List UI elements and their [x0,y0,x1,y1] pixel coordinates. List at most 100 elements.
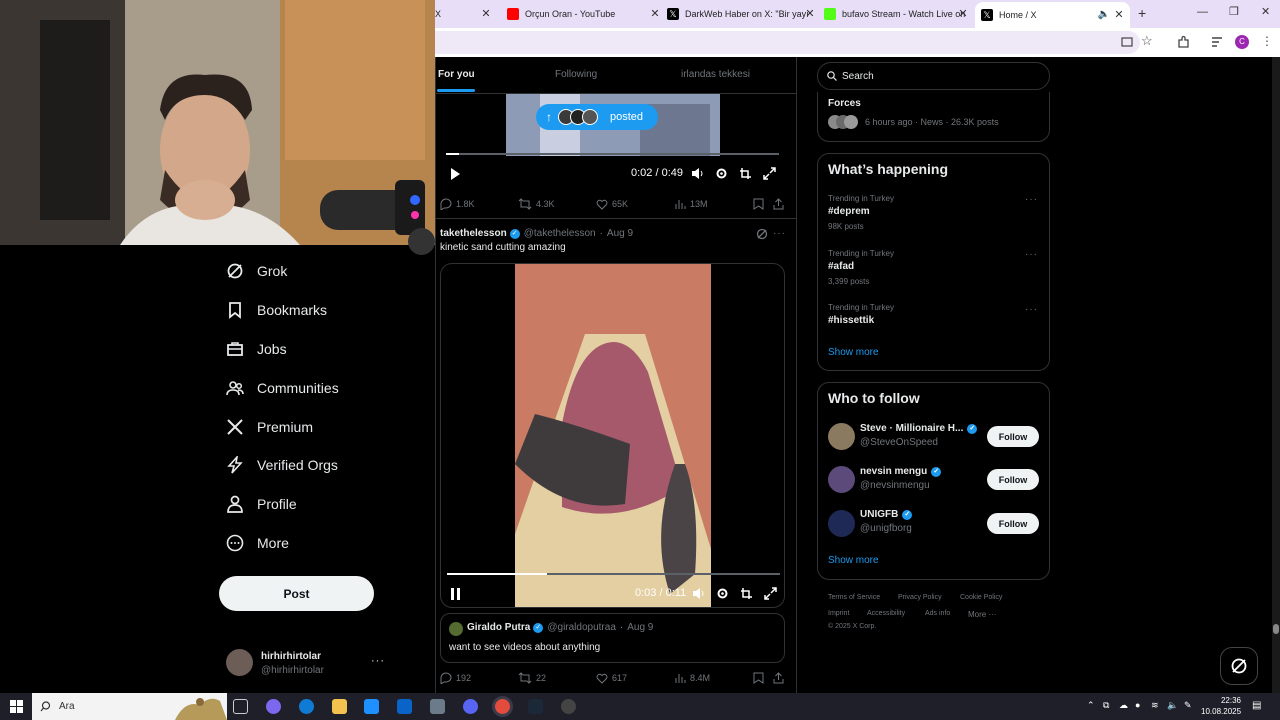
footer-link[interactable]: Terms of Service [828,594,880,601]
progress-track[interactable] [446,153,779,155]
avatar[interactable] [828,423,855,450]
reply-button[interactable]: 1.8K [440,198,475,210]
settings-icon[interactable] [716,587,729,600]
taskbar-search[interactable]: Ara [32,693,227,720]
grok-icon[interactable] [756,228,768,240]
nav-item-bookmarks[interactable]: Bookmarks [226,298,327,322]
wifi-icon[interactable]: ≋ [1151,700,1159,711]
account-menu-icon[interactable]: ··· [371,655,385,667]
footer-link[interactable]: Accessibility [867,610,905,617]
follow-button[interactable]: Follow [987,513,1039,534]
show-more-link[interactable]: Show more [828,555,879,566]
pen-icon[interactable]: ✎ [1184,700,1192,711]
close-icon[interactable]: ✕ [956,7,970,21]
like-button[interactable]: 65K [596,198,628,210]
chrome-icon[interactable] [495,699,510,714]
nav-item-jobs[interactable]: Jobs [226,337,287,361]
video-player[interactable]: 0:03 / 0:11 [440,263,785,608]
search-input[interactable]: Search [817,62,1050,90]
follow-button[interactable]: Follow [987,469,1039,490]
follow-name[interactable]: UNIGFB ✓ [860,509,913,520]
steam-icon[interactable] [528,699,543,714]
scrollbar-thumb[interactable] [1273,624,1279,634]
volume-icon[interactable]: 🔈 [1167,700,1178,711]
windows-start-icon[interactable] [10,700,23,713]
nav-item-profile[interactable]: Profile [226,492,297,516]
footer-link[interactable]: Cookie Policy [960,594,1002,601]
fullscreen-icon[interactable] [763,167,776,180]
trend-more-icon[interactable]: ··· [1025,249,1038,260]
post-more-icon[interactable]: ··· [773,228,786,239]
maximize-icon[interactable]: ❐ [1229,5,1239,18]
settings-icon[interactable] [715,167,728,180]
close-icon[interactable]: ✕ [479,7,493,21]
clock-time[interactable]: 22:36 [1201,696,1241,705]
trend-name[interactable]: #hissettik [828,315,874,326]
profile-avatar-icon[interactable]: C [1235,35,1249,49]
grok-floating-button[interactable] [1220,647,1258,685]
views-button[interactable]: 8.4M [674,672,710,684]
browser-tab[interactable]: 𝕏 DarkWeb Haber on X: "Bir yayı ✕ [667,4,817,24]
pip-icon[interactable] [740,587,753,600]
outlook-icon[interactable] [397,699,412,714]
quoted-post[interactable]: Giraldo Putra ✓ @giraldoputraa · Aug 9 w… [440,613,785,663]
new-posts-pill[interactable]: ↑ posted [536,104,658,130]
pip-icon[interactable] [739,167,752,180]
author-name[interactable]: takethelesson [440,228,507,239]
tray-chevron-icon[interactable]: ⌃ [1087,700,1095,711]
follow-button[interactable]: Follow [987,426,1039,447]
avatar[interactable] [408,228,435,255]
avatar[interactable] [828,466,855,493]
share-icon[interactable] [773,672,784,684]
pause-icon[interactable] [451,588,461,600]
views-button[interactable]: 13M [674,198,708,210]
share-icon[interactable] [773,198,784,210]
nav-item-premium[interactable]: Premium [226,415,313,439]
scrollbar[interactable] [1272,57,1280,693]
browser-tab[interactable]: Orçun Oran - YouTube ✕ [507,4,662,24]
nav-item-verified-orgs[interactable]: Verified Orgs [226,453,338,477]
play-icon[interactable] [450,168,460,180]
author-handle[interactable]: @takethelesson [524,228,596,239]
browser-tab-active[interactable]: 𝕏 Home / X 🔈 ✕ [975,2,1130,28]
trend-more-icon[interactable]: ··· [1025,304,1038,315]
browser-tab[interactable]: X ✕ [435,4,495,24]
post-button[interactable]: Post [219,576,374,611]
window-close-icon[interactable]: ✕ [1261,5,1270,18]
footer-link[interactable]: Ads info [925,610,950,617]
discord-icon[interactable] [463,699,478,714]
post-date[interactable]: Aug 9 [607,228,633,239]
close-icon[interactable]: ✕ [1112,8,1126,22]
browser-tab[interactable]: bufavo Stream - Watch Live on ✕ [824,4,970,24]
avatar[interactable] [226,649,253,676]
tab-following[interactable]: Following [555,69,597,80]
reply-button[interactable]: 192 [440,672,471,684]
bookmark-icon[interactable] [753,198,764,210]
tab-for-you[interactable]: For you [438,69,475,80]
footer-more[interactable]: More ··· [968,610,996,619]
follow-name[interactable]: nevsin mengu ✓ [860,466,942,477]
photos-icon[interactable] [430,699,445,714]
repost-button[interactable]: 4.3K [518,198,555,210]
follow-name[interactable]: Steve · Millionaire H... ✓ [860,423,978,434]
speaker-icon[interactable]: 🔈 [1098,9,1110,20]
volume-icon[interactable] [691,167,704,180]
nav-item-more[interactable]: More [226,531,289,555]
edge-icon[interactable] [299,699,314,714]
store-icon[interactable] [364,699,379,714]
trend-more-icon[interactable]: ··· [1025,194,1038,205]
tab-list[interactable]: irlandas tekkesi [681,69,750,80]
volume-icon[interactable] [692,587,705,600]
task-view-icon[interactable] [233,699,248,714]
trend-name[interactable]: #afad [828,261,854,272]
repost-button[interactable]: 22 [518,672,546,684]
copilot-icon[interactable] [266,699,281,714]
network-icon[interactable]: ⧉ [1103,700,1109,711]
mic-icon[interactable]: ● [1135,700,1140,710]
close-icon[interactable]: ✕ [803,7,817,21]
bookmark-icon[interactable] [753,672,764,684]
footer-link[interactable]: Privacy Policy [898,594,942,601]
cast-icon[interactable] [1121,36,1133,48]
address-bar[interactable] [435,31,1140,54]
show-more-link[interactable]: Show more [828,347,879,358]
